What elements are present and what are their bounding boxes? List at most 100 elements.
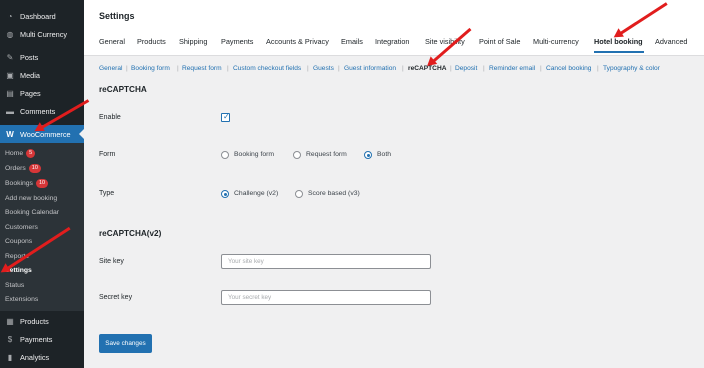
submenu-item-coupons[interactable]: Coupons: [5, 235, 32, 247]
submenu-item-orders[interactable]: Orders 10: [5, 162, 41, 174]
tab-integration[interactable]: Integration: [375, 37, 409, 46]
sidebar-item-analytics[interactable]: ▮ Analytics: [0, 350, 84, 364]
sidebar-item-media[interactable]: ▣ Media: [0, 68, 84, 82]
bookings-count-badge: 10: [35, 178, 49, 188]
separator: |: [227, 65, 229, 72]
radio-request-form-label: Request form: [306, 151, 347, 158]
radio-challenge-v2[interactable]: [221, 190, 229, 198]
tab-advanced[interactable]: Advanced: [655, 37, 687, 46]
submenu-item-bookings[interactable]: Bookings 10: [5, 177, 49, 189]
tab-accounts-privacy[interactable]: Accounts & Privacy: [266, 37, 329, 46]
orders-count-badge: 10: [28, 163, 41, 173]
submenu-label: Home: [5, 149, 24, 157]
sidebar-item-products[interactable]: ▦ Products: [0, 314, 84, 328]
woocommerce-submenu: Home 5 Orders 10 Bookings 10 Add new bookin…: [0, 143, 84, 311]
settings-header: Settings General Products Shipping Payme…: [84, 0, 704, 56]
radio-both[interactable]: [364, 151, 372, 159]
separator: |: [402, 65, 404, 72]
tab-general[interactable]: General: [99, 37, 125, 46]
submenu-item-home[interactable]: Home 5: [5, 147, 36, 159]
section-link-typography-color[interactable]: Typography & color: [603, 65, 660, 72]
section-link-deposit[interactable]: Deposit: [455, 65, 477, 72]
separator: |: [540, 65, 542, 72]
globe-icon: ◍: [6, 29, 14, 39]
separator: |: [483, 65, 485, 72]
media-icon: ▣: [6, 70, 14, 80]
pin-icon: ✎: [6, 52, 14, 62]
save-changes-button[interactable]: Save changes: [99, 334, 152, 353]
comments-icon: ▬: [6, 106, 14, 116]
analytics-icon: ▮: [7, 352, 13, 362]
section-link-general[interactable]: General: [99, 65, 122, 72]
sidebar-item-pages[interactable]: ▤ Pages: [0, 86, 84, 100]
radio-score-based-v3[interactable]: [295, 190, 303, 198]
section-link-guest-information[interactable]: Guest information: [344, 65, 396, 72]
radio-request-form[interactable]: [293, 151, 301, 159]
sidebar-item-label: WooCommerce: [20, 129, 71, 139]
tab-emails[interactable]: Emails: [341, 37, 363, 46]
sidebar-item-dashboard[interactable]: ◔ Dashboard: [0, 9, 84, 23]
type-label: Type: [99, 190, 115, 197]
tab-point-of-sale[interactable]: Point of Sale: [479, 37, 520, 46]
section-title-recaptcha-v2: reCAPTCHA(v2): [99, 229, 162, 238]
submenu-label: Coupons: [5, 237, 33, 245]
separator: |: [597, 65, 599, 72]
submenu-label: Bookings: [5, 179, 33, 187]
radio-both-label: Both: [377, 151, 391, 158]
secret-key-label: Secret key: [99, 294, 133, 301]
section-link-guests[interactable]: Guests: [313, 65, 334, 72]
radio-booking-form-label: Booking form: [234, 151, 275, 158]
admin-sidebar: ◔ Dashboard ◍ Multi Currency ✎ Posts ▣ M…: [0, 0, 84, 368]
submenu-label: Extensions: [5, 295, 39, 303]
page-title: Settings: [99, 11, 135, 21]
submenu-item-booking-calendar[interactable]: Booking Calendar: [5, 206, 59, 218]
radio-booking-form[interactable]: [221, 151, 229, 159]
sidebar-item-label: Comments: [20, 106, 56, 116]
submenu-item-status[interactable]: Status: [5, 279, 24, 291]
separator: |: [126, 65, 128, 72]
section-link-booking-form[interactable]: Booking form: [131, 65, 170, 72]
sidebar-item-payments[interactable]: $ Payments: [0, 332, 84, 346]
section-link-request-form[interactable]: Request form: [182, 65, 222, 72]
separator: |: [338, 65, 340, 72]
sidebar-item-label: Payments: [20, 334, 53, 344]
separator: |: [450, 65, 452, 72]
submenu-label: Status: [5, 281, 25, 289]
sidebar-item-label: Multi Currency: [20, 29, 68, 39]
section-link-reminder-email[interactable]: Reminder email: [489, 65, 535, 72]
enable-label: Enable: [99, 114, 121, 121]
separator: |: [177, 65, 179, 72]
home-count-badge: 5: [26, 148, 36, 158]
tab-products[interactable]: Products: [137, 37, 166, 46]
submenu-label: Booking Calendar: [5, 208, 60, 216]
sidebar-item-label: Pages: [20, 88, 41, 98]
section-link-custom-checkout-fields[interactable]: Custom checkout fields: [233, 65, 301, 72]
dashboard-icon: ◔: [7, 11, 13, 21]
submenu-label: Customers: [5, 223, 38, 231]
section-title-recaptcha: reCAPTCHA: [99, 85, 147, 94]
sidebar-item-multi-currency[interactable]: ◍ Multi Currency: [0, 27, 84, 41]
section-link-cancel-booking[interactable]: Cancel booking: [546, 65, 591, 72]
woocommerce-icon: W: [6, 129, 14, 139]
sidebar-item-label: Posts: [20, 52, 39, 62]
tab-payments[interactable]: Payments: [221, 37, 253, 46]
sidebar-item-label: Media: [20, 70, 40, 80]
radio-challenge-v2-label: Challenge (v2): [234, 190, 279, 197]
site-key-label: Site key: [99, 258, 124, 265]
submenu-item-extensions[interactable]: Extensions: [5, 293, 38, 305]
sidebar-item-label: Dashboard: [20, 11, 56, 21]
sidebar-item-posts[interactable]: ✎ Posts: [0, 50, 84, 64]
enable-checkbox[interactable]: ✓: [221, 112, 230, 122]
active-tab-indicator: [594, 51, 644, 53]
tab-shipping[interactable]: Shipping: [179, 37, 207, 46]
submenu-item-add-new-booking[interactable]: Add new booking: [5, 192, 57, 204]
submenu-label: Add new booking: [5, 194, 58, 202]
separator: |: [307, 65, 309, 72]
submenu-item-customers[interactable]: Customers: [5, 221, 38, 233]
sidebar-item-label: Analytics: [20, 352, 50, 362]
site-key-input[interactable]: [221, 254, 431, 269]
secret-key-input[interactable]: [221, 290, 431, 305]
sidebar-item-label: Products: [20, 316, 49, 326]
products-icon: ▦: [6, 316, 14, 326]
tab-multi-currency[interactable]: Multi-currency: [533, 37, 579, 46]
